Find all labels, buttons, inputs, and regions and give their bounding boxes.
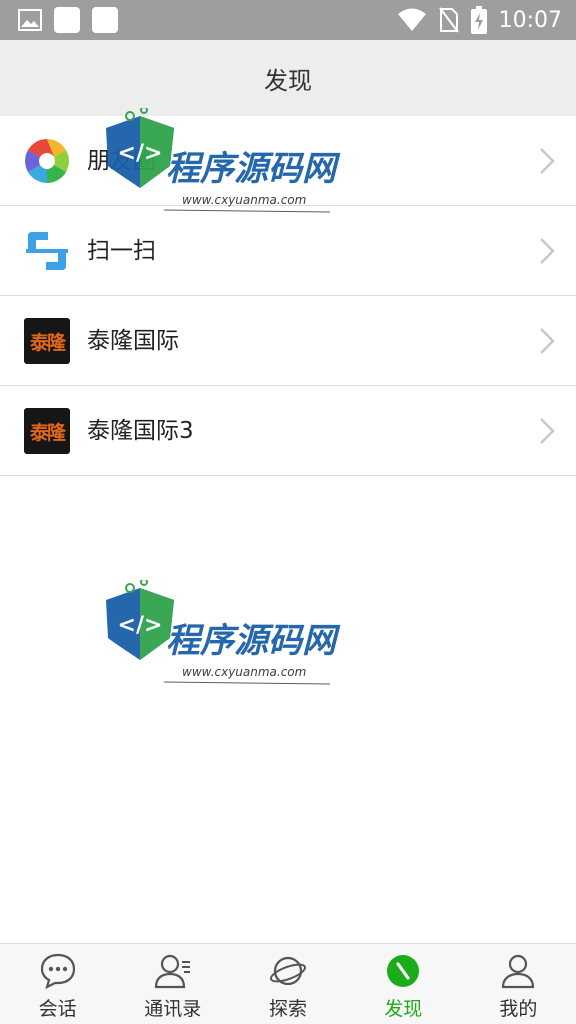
svg-text:</>: </> [118,613,163,638]
nav-tab-discover[interactable]: 发现 [346,944,461,1024]
notification-square-icon [92,7,118,33]
gallery-notification-icon [18,9,42,31]
moments-aperture-icon [25,139,69,183]
avatar-text: 泰隆 [29,331,66,354]
list-item-tailong-3[interactable]: 泰隆 泰隆国际3 [0,386,576,476]
clock: 10:07 [498,7,562,33]
list-item-label: 扫一扫 [87,238,156,264]
battery-charging-icon [470,6,487,34]
svg-text:</>: </> [118,141,163,166]
status-bar: 10:07 [0,0,576,40]
wifi-icon [397,8,426,31]
list-item-label: 泰隆国际 [87,328,179,354]
nav-label: 会话 [38,998,77,1020]
nav-tab-chats[interactable]: 会话 [0,944,115,1024]
no-sim-icon [438,7,459,33]
chevron-right-icon [540,328,555,354]
watermark-url: www.cxyuanma.com [182,665,306,679]
nav-label: 通讯录 [144,998,202,1020]
watermark-url: www.cxyuanma.com [182,193,306,207]
watermark-brand: 程序源码网 [166,149,341,189]
nav-label: 我的 [499,998,538,1020]
scan-icon [26,232,68,270]
bottom-nav: 会话 通讯录 探索 发现 我的 [0,943,576,1024]
watermark-brand: 程序源码网 [166,621,341,661]
nav-label: 探索 [269,998,308,1020]
title-bar: 发现 [0,40,576,116]
watermark-logo: </> 程序源码网 www.cxyuanma.com [106,108,341,213]
list-item-label: 泰隆国际3 [87,418,194,444]
nav-tab-contacts[interactable]: 通讯录 [115,944,230,1024]
person-icon [502,954,535,989]
watermark-logo: </> 程序源码网 www.cxyuanma.com [106,580,341,685]
status-system: 10:07 [397,5,562,35]
nav-tab-me[interactable]: 我的 [461,944,576,1024]
chevron-right-icon [540,418,555,444]
screen: 10:07 发现 朋友圈 [0,0,576,1024]
avatar-text: 泰隆 [29,421,66,444]
tailong-app-icon: 泰隆 [24,318,70,364]
chat-bubble-icon [40,953,75,990]
list-item-scan[interactable]: 扫一扫 [0,206,576,296]
page-title: 发现 [264,66,312,95]
contacts-icon [154,954,190,989]
chevron-right-icon [540,148,555,174]
nav-tab-explore[interactable]: 探索 [230,944,345,1024]
chevron-right-icon [540,238,555,264]
status-notifications [18,7,118,33]
planet-icon [269,956,307,986]
notification-square-icon [54,7,80,33]
nav-label: 发现 [384,998,423,1020]
list-item-tailong[interactable]: 泰隆 泰隆国际 [0,296,576,386]
tailong-app-icon: 泰隆 [24,408,70,454]
compass-icon [387,955,420,987]
